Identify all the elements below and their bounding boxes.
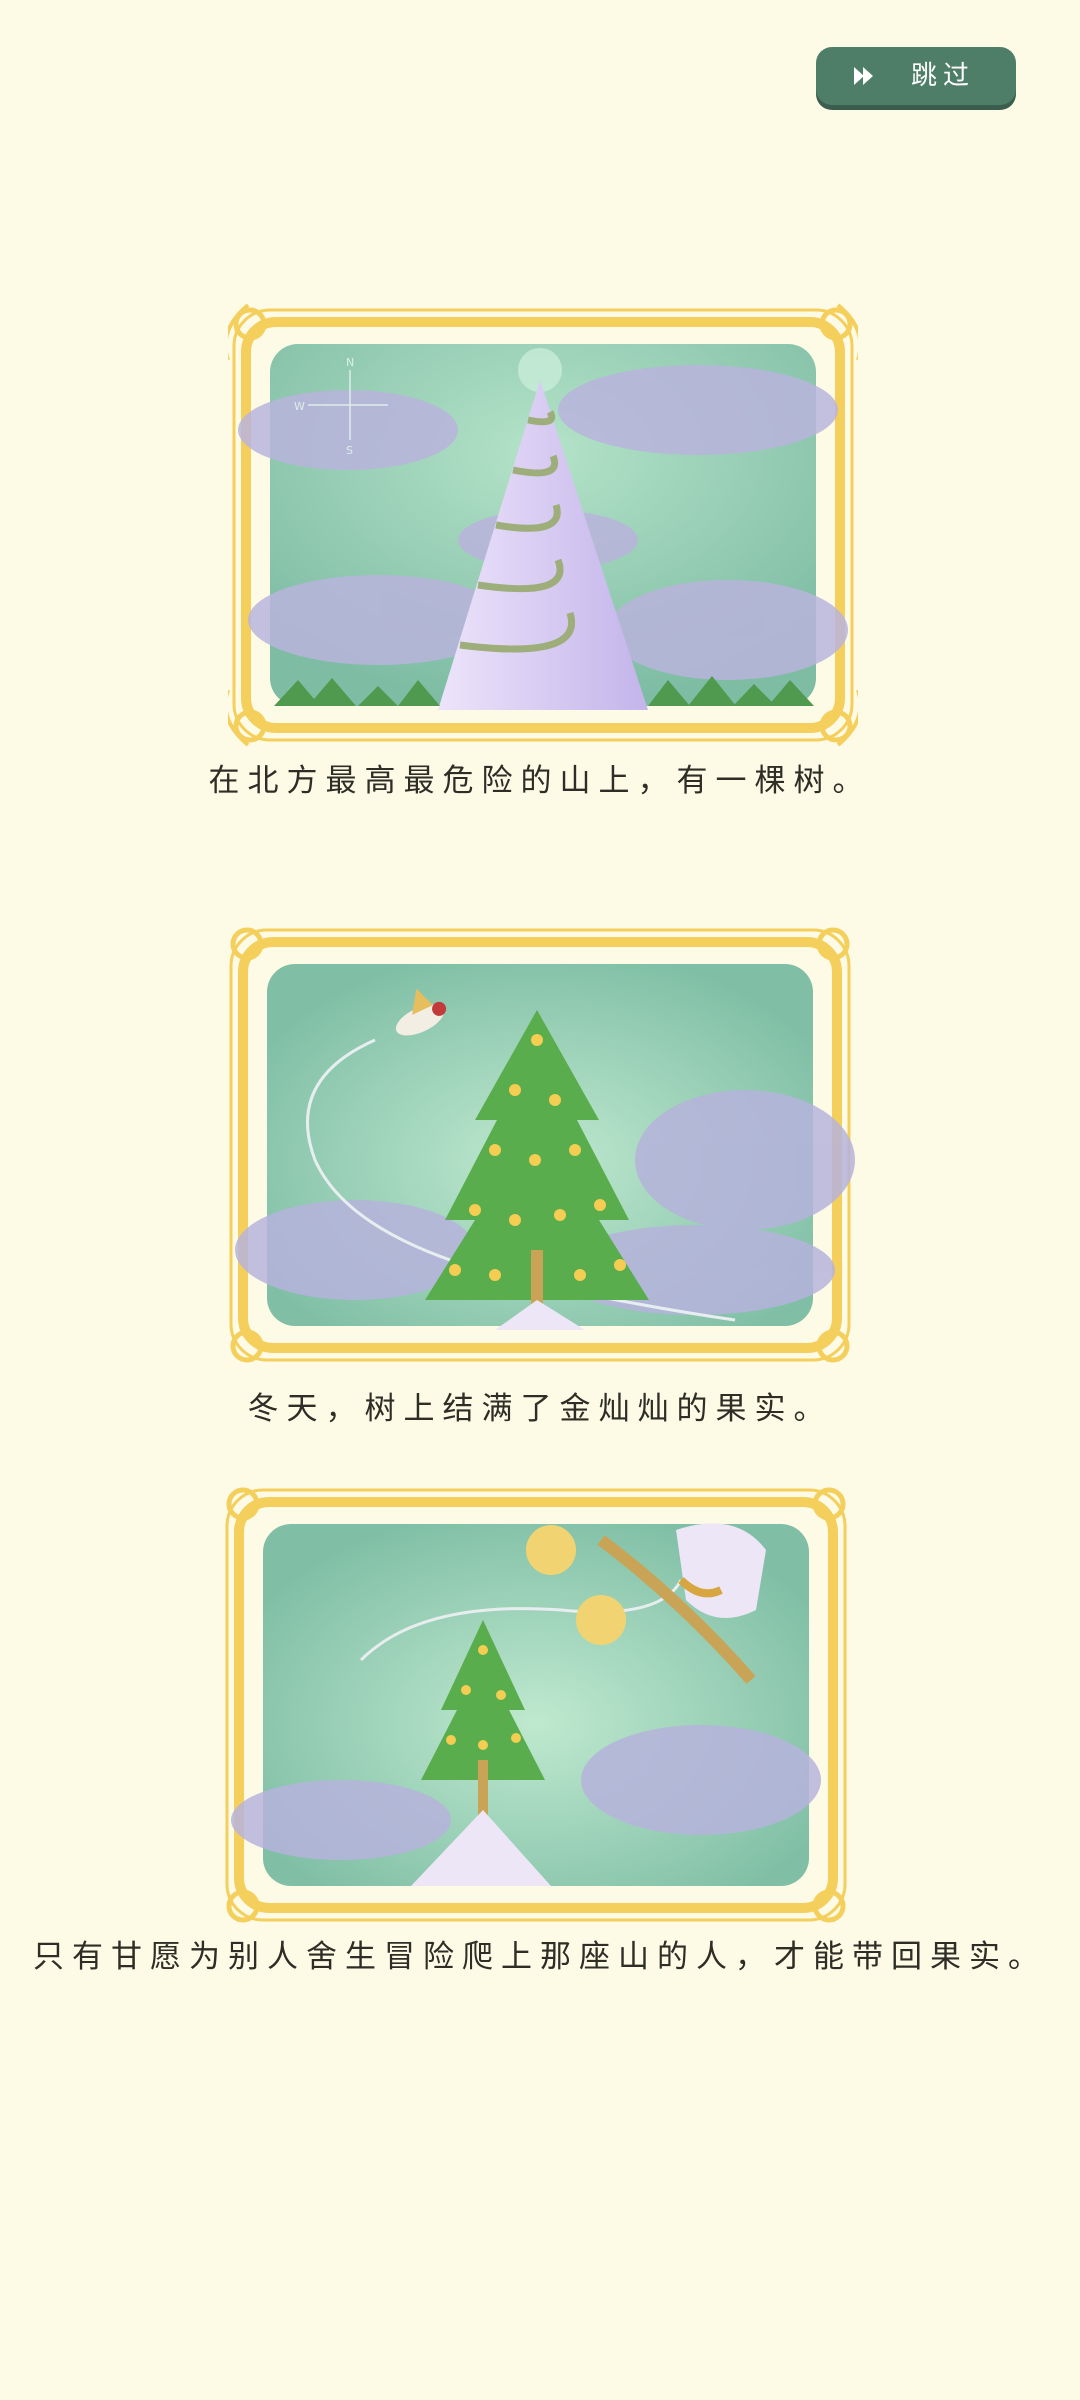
- story-caption-3: 只有甘愿为别人舍生冒险爬上那座山的人，才能带回果实。: [33, 1939, 1047, 1975]
- story-caption-1: 在北方最高最危险的山上，有一棵树。: [208, 763, 872, 799]
- fast-forward-icon: [854, 67, 873, 85]
- compass-north-label: N: [346, 356, 354, 369]
- story-caption-2: 冬天，树上结满了金灿灿的果实。: [247, 1391, 833, 1427]
- story-panel-1: N W S: [228, 303, 858, 747]
- story-panel-2: [229, 927, 855, 1363]
- compass-west-label: W: [294, 400, 305, 413]
- skip-button[interactable]: 跳过: [816, 47, 1016, 105]
- compass-south-label: S: [346, 444, 353, 457]
- skip-label: 跳过: [911, 61, 976, 91]
- story-panel-3: [225, 1487, 847, 1923]
